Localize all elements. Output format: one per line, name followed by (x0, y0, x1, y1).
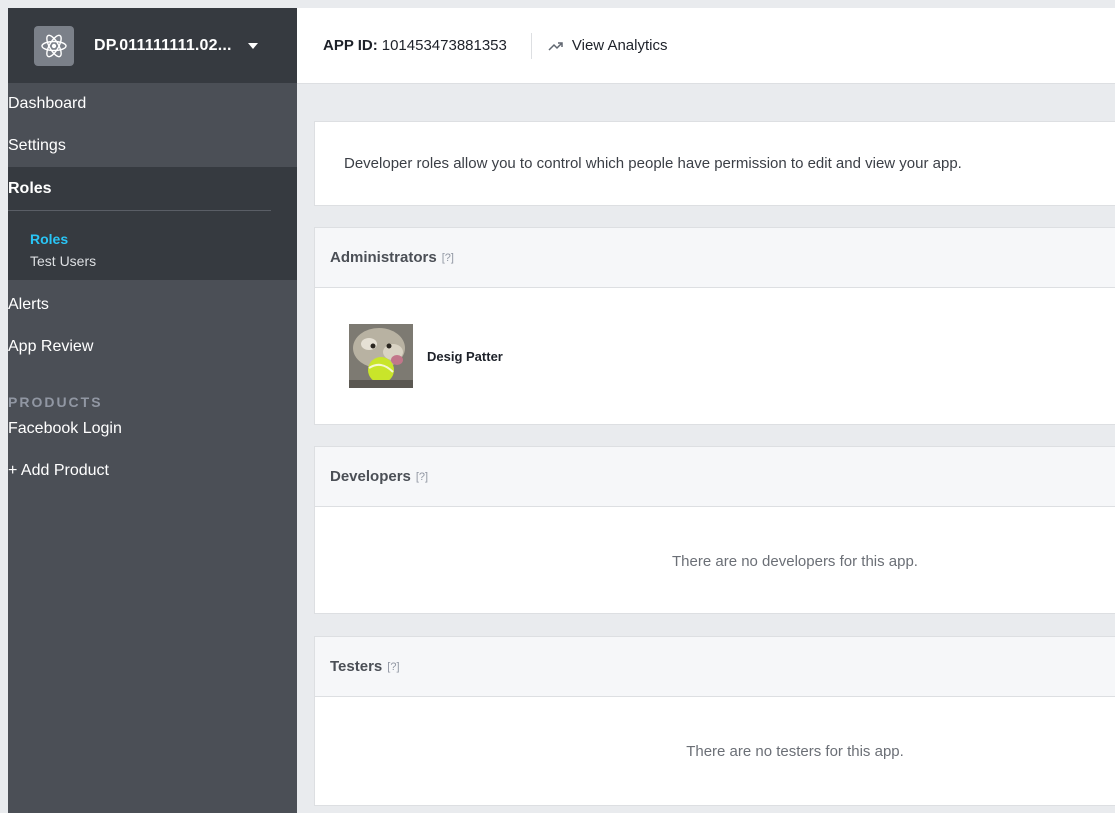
sidebar-item-facebook-login[interactable]: Facebook Login (8, 408, 297, 450)
developers-empty-message: There are no developers for this app. (672, 553, 918, 570)
sidebar-item-label: Alerts (8, 296, 49, 313)
avatar[interactable] (349, 324, 413, 388)
sidebar-item-dashboard[interactable]: Dashboard (8, 83, 297, 125)
sidebar-item-label: Dashboard (8, 95, 87, 112)
app-switcher[interactable]: DP.011111111.02... (8, 8, 297, 83)
roles-intro-text: Developer roles allow you to control whi… (344, 155, 962, 172)
app-id-label: APP ID: (323, 37, 378, 54)
app-id-value: 101453473881353 (381, 37, 507, 54)
sidebar-item-app-review[interactable]: App Review (8, 326, 297, 368)
sidebar-item-label: App Review (8, 338, 94, 355)
sidebar-item-label: Settings (8, 137, 66, 154)
testers-title: Testers (330, 658, 383, 675)
administrators-card: Administrators [?] Desig Patter (314, 227, 1115, 425)
subnav-item-test-users[interactable]: Test Users (8, 250, 297, 272)
sidebar-item-label: Facebook Login (8, 420, 122, 437)
view-analytics-label: View Analytics (571, 37, 668, 54)
admin-row[interactable]: Desig Patter (315, 288, 1115, 424)
roles-intro-card: Developer roles allow you to control whi… (314, 121, 1115, 206)
developers-card: Developers [?] There are no developers f… (314, 446, 1115, 614)
chevron-down-icon[interactable] (247, 42, 258, 49)
help-icon[interactable]: [?] (387, 661, 399, 673)
atom-icon (34, 25, 74, 66)
divider (530, 32, 532, 59)
developers-title: Developers (330, 468, 411, 485)
testers-empty-message: There are no testers for this app. (686, 743, 904, 760)
sidebar: DP.011111111.02... Dashboard Settings Ro… (8, 8, 297, 813)
roles-subnav: Roles Test Users (8, 210, 297, 280)
help-icon[interactable]: [?] (416, 471, 428, 483)
administrators-header: Administrators [?] (315, 228, 1115, 288)
administrators-title: Administrators (330, 249, 437, 266)
view-analytics-link[interactable]: View Analytics (548, 37, 668, 54)
testers-card: Testers [?] There are no testers for thi… (314, 636, 1115, 806)
subnav-item-roles[interactable]: Roles (8, 228, 297, 250)
testers-header: Testers [?] (315, 637, 1115, 697)
admin-name[interactable]: Desig Patter (427, 349, 503, 364)
help-icon[interactable]: [?] (442, 252, 454, 264)
sidebar-item-alerts[interactable]: Alerts (8, 284, 297, 326)
app-name: DP.011111111.02... (94, 36, 232, 54)
developers-header: Developers [?] (315, 447, 1115, 507)
sidebar-item-add-product[interactable]: + Add Product (8, 450, 297, 492)
sidebar-item-label: Roles (8, 180, 52, 197)
trend-up-icon (548, 41, 563, 51)
top-bar: APP ID: 101453473881353 View Analytics (297, 8, 1115, 84)
sidebar-item-label: + Add Product (8, 462, 109, 479)
sidebar-item-roles[interactable]: Roles (8, 167, 297, 210)
sidebar-item-settings[interactable]: Settings (8, 125, 297, 167)
